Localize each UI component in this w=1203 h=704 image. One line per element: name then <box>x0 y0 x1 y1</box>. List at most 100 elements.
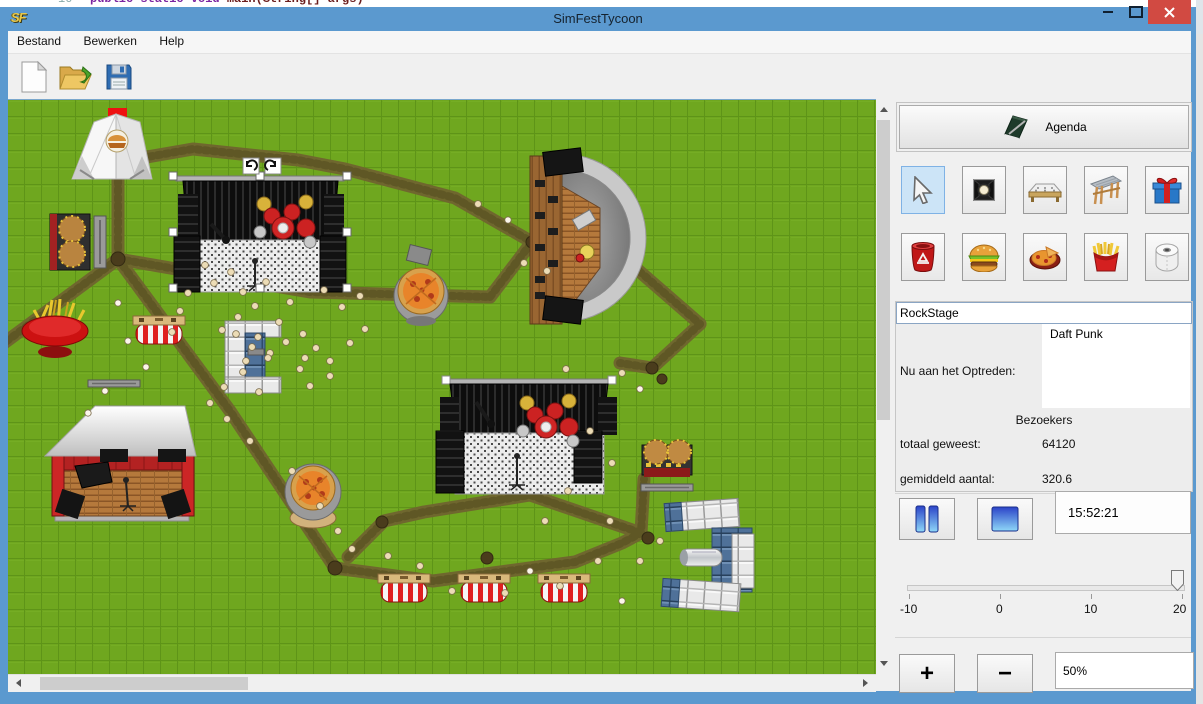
pause-button[interactable] <box>899 498 955 540</box>
background-editor-strip: 10 public static void main(String[] args… <box>0 0 1203 7</box>
tool-burger-button[interactable] <box>962 233 1006 281</box>
tick-label-ten: 10 <box>1084 602 1097 616</box>
close-button[interactable] <box>1148 0 1191 24</box>
playback-controls: 15:52:21 <box>895 493 1191 547</box>
toolbar <box>8 54 1191 99</box>
burger-icon <box>967 242 1001 272</box>
bench[interactable] <box>94 216 106 268</box>
stop-icon <box>991 506 1019 532</box>
tick-label-max: 20 <box>1173 602 1186 616</box>
tool-toilet-paper-button[interactable] <box>1145 233 1189 281</box>
total-visitors-label: totaal geweest: <box>900 437 981 451</box>
titlebar: SF SimFestTycoon <box>0 7 1196 31</box>
toilet-paper-icon <box>1152 242 1182 272</box>
agenda-button[interactable]: Agenda <box>899 105 1189 149</box>
pizza-icon <box>1028 243 1062 271</box>
save-file-button[interactable] <box>101 59 137 95</box>
average-visitors-value: 320.6 <box>1042 472 1072 486</box>
slider-track[interactable] <box>907 585 1185 591</box>
slider-thumb[interactable] <box>1171 570 1184 596</box>
spotlight-icon <box>968 174 1000 206</box>
zoom-controls: + − <box>895 637 1191 692</box>
minimize-icon <box>1103 11 1113 13</box>
total-visitors-value: 64120 <box>1042 437 1075 451</box>
background-right-sliver <box>1196 0 1203 34</box>
stage-info-groupbox: Daft Punk Nu aan het Optreden: Bezoekers… <box>895 301 1193 492</box>
market-stall[interactable] <box>133 316 185 344</box>
window-title: SimFestTycoon <box>0 11 1196 26</box>
tick <box>1182 594 1183 599</box>
pause-icon <box>914 505 940 533</box>
tool-stage-button[interactable] <box>1023 166 1067 214</box>
menu-bar: Bestand Bewerken Help <box>8 31 1191 54</box>
control-panel: Agenda <box>891 99 1191 691</box>
horizontal-scroll-thumb[interactable] <box>40 677 248 690</box>
close-icon <box>1164 7 1175 18</box>
scroll-left-icon[interactable] <box>16 679 21 687</box>
gift-icon <box>1151 174 1183 206</box>
main-stage-selected[interactable] <box>174 176 346 292</box>
minimize-button[interactable] <box>1094 0 1122 24</box>
tool-select-button[interactable] <box>901 166 945 214</box>
fries-icon <box>1092 241 1120 273</box>
trash-can-icon <box>909 241 937 273</box>
agenda-label: Agenda <box>1045 120 1086 134</box>
bench[interactable] <box>641 484 693 491</box>
festival-map-canvas[interactable] <box>8 99 876 675</box>
tick <box>1000 594 1001 599</box>
maximize-icon <box>1129 6 1143 18</box>
beer-cylinders <box>680 549 722 566</box>
tool-gift-button[interactable] <box>1145 166 1189 214</box>
tick <box>1091 594 1092 599</box>
now-performing-value: Daft Punk <box>1042 324 1190 344</box>
average-visitors-label: gemiddeld aantal: <box>900 472 995 486</box>
market-stall-3[interactable] <box>538 574 590 602</box>
stage-name-input[interactable] <box>896 302 1192 324</box>
save-file-icon <box>105 63 133 91</box>
tool-pizza-button[interactable] <box>1023 233 1067 281</box>
menu-bewerken[interactable]: Bewerken <box>75 31 146 53</box>
scrollbar-corner <box>876 674 891 691</box>
game-clock: 15:52:21 <box>1055 491 1191 534</box>
zoom-out-button[interactable]: − <box>977 654 1033 693</box>
burger-stand-right[interactable] <box>642 440 692 477</box>
open-file-button[interactable] <box>58 59 94 95</box>
tick-label-min: -10 <box>900 602 917 616</box>
open-file-icon <box>59 62 93 92</box>
market-stall-1[interactable] <box>378 574 430 602</box>
agenda-book-icon <box>1001 114 1031 140</box>
scroll-down-icon[interactable] <box>880 661 888 666</box>
stop-button[interactable] <box>977 498 1033 540</box>
map-horizontal-scrollbar[interactable] <box>8 674 876 692</box>
menu-help[interactable]: Help <box>150 31 193 53</box>
market-stall-2[interactable] <box>458 574 510 602</box>
now-performing-label: Nu aan het Optreden: <box>900 364 1015 378</box>
bench[interactable] <box>88 380 140 387</box>
zoom-in-button[interactable]: + <box>899 654 955 693</box>
scroll-right-icon[interactable] <box>863 679 868 687</box>
scroll-up-icon[interactable] <box>880 107 888 112</box>
zoom-level-input[interactable] <box>1055 652 1194 689</box>
speed-slider[interactable]: -10 0 10 20 <box>895 546 1191 636</box>
vertical-scroll-thumb[interactable] <box>877 120 890 420</box>
tool-trash-button[interactable] <box>901 233 945 281</box>
stage-platform-icon <box>1028 176 1062 204</box>
visitors-header: Bezoekers <box>896 413 1192 427</box>
now-performing-box: Daft Punk <box>1042 324 1190 408</box>
editor-line-number: 10 <box>58 0 72 6</box>
new-file-button[interactable] <box>16 59 52 95</box>
tool-entrance-gate-button[interactable] <box>1084 166 1128 214</box>
burger-stand-left[interactable] <box>50 214 90 270</box>
map-vertical-scrollbar[interactable] <box>876 99 891 674</box>
second-stage[interactable] <box>436 376 617 494</box>
entrance-gate-icon <box>1089 174 1123 206</box>
screen: 10 public static void main(String[] args… <box>0 0 1203 704</box>
tool-spotlight-button[interactable] <box>962 166 1006 214</box>
menu-bestand[interactable]: Bestand <box>8 31 70 53</box>
agenda-groupbox: Agenda <box>896 102 1192 152</box>
cursor-icon <box>910 176 936 204</box>
tool-fries-button[interactable] <box>1084 233 1128 281</box>
tick-label-zero: 0 <box>996 602 1003 616</box>
maximize-button[interactable] <box>1122 0 1150 24</box>
editor-code-line: public static void main(String[] args) <box>90 0 364 6</box>
